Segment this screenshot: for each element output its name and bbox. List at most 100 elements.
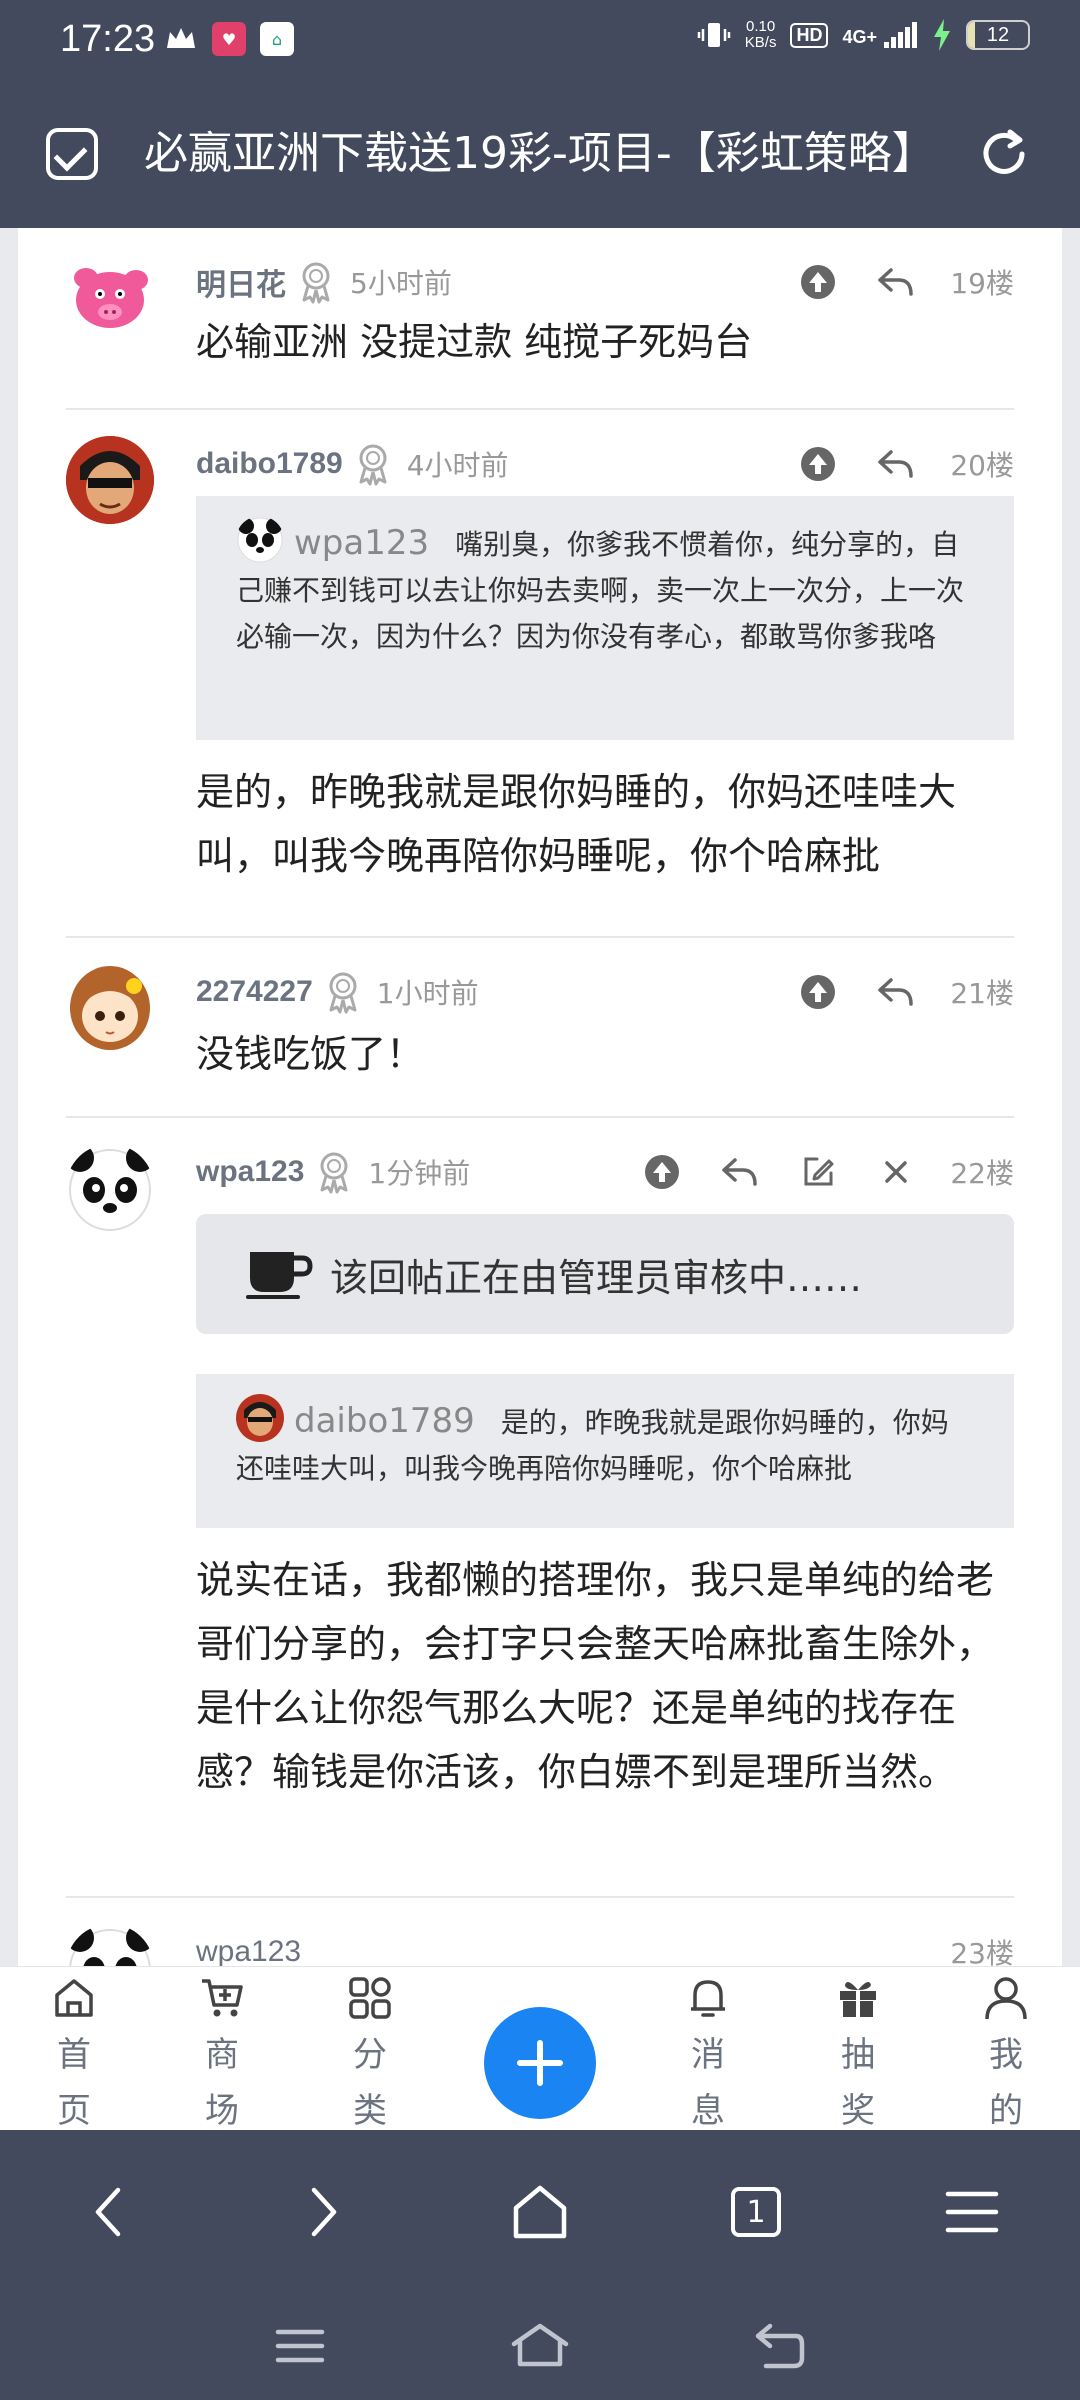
medal-icon (329, 972, 357, 1014)
post-meta: wpa123 (196, 1930, 301, 1966)
post-actions: 20楼 (760, 442, 1014, 486)
username[interactable]: wpa123 (196, 1935, 301, 1966)
bell-icon (691, 1980, 725, 2017)
vibrate-icon (697, 23, 731, 47)
coffee-cup-icon (246, 1252, 313, 1299)
quoted-reply[interactable]: wpa123 嘴别臭，你爹我不惯着你，纯分享的，自己赚不到钱可以去让你妈去卖啊，卖… (196, 496, 1014, 740)
green-app-icon: ⌂ (260, 22, 294, 56)
network-type: 4G+ (842, 27, 877, 47)
home-icon (55, 1979, 93, 2017)
check-shield-icon[interactable] (46, 128, 98, 180)
quoted-reply[interactable]: daibo1789 是的，昨晚我就是跟你妈睡的，你妈还哇哇大叫，叫我今晚再陪你妈睡… (196, 1374, 1014, 1528)
cart-icon (202, 1979, 243, 2017)
floor-number: 22楼 (950, 1157, 1014, 1190)
plus-icon (517, 2040, 563, 2086)
post-body: 说实在话，我都懒的搭理你，我只是单纯的给老哥们分享的，会打字只会整天哈麻批畜生除… (196, 1558, 995, 1794)
net-speed-value: 0.10 (746, 18, 776, 35)
back-button[interactable] (68, 2172, 148, 2252)
nav-category-label: 分类 (353, 2035, 387, 2130)
nav-messages[interactable]: 消息 (668, 1967, 748, 2130)
post-time: 4小时前 (406, 449, 509, 482)
upvote-icon[interactable] (798, 444, 838, 484)
nav-mine[interactable]: 我的 (966, 1967, 1046, 2130)
avatar[interactable] (66, 436, 154, 524)
quote-avatar (236, 516, 284, 564)
reply-icon[interactable] (876, 972, 916, 1012)
username[interactable]: daibo1789 (196, 447, 343, 481)
post-body: 是的，昨晚我就是跟你妈睡的，你妈还哇哇大叫，叫我今晚再陪你妈睡呢，你个哈麻批 (196, 770, 957, 878)
signal-indicator: 4G+ (842, 22, 918, 48)
avatar[interactable] (66, 1924, 154, 1966)
upvote-icon[interactable] (798, 972, 838, 1012)
thread-content: 明日花 5小时前 19楼 必输亚洲 没提过款 纯搅子死妈台 daibo1789 … (18, 228, 1062, 1966)
crown-icon (167, 28, 195, 48)
system-back-icon (755, 2323, 805, 2369)
delete-icon[interactable] (876, 1152, 916, 1192)
post-meta: wpa123 1分钟前 (196, 1150, 470, 1194)
browser-toolbar: 1 (0, 2130, 1080, 2400)
post-add-button[interactable] (484, 2007, 596, 2119)
medal-icon (359, 444, 387, 486)
refresh-icon[interactable] (976, 126, 1032, 182)
gift-icon (840, 1981, 876, 2017)
battery-fill (968, 22, 976, 48)
tabs-button[interactable]: 1 (716, 2172, 796, 2252)
tab-count: 1 (746, 2194, 766, 2230)
nav-shop[interactable]: 商场 (182, 1967, 262, 2130)
reply-icon[interactable] (876, 262, 916, 302)
medal-icon (320, 1152, 348, 1194)
chevron-left-icon (95, 2187, 121, 2237)
quote-username: wpa123 (294, 523, 430, 563)
status-bar: 17:23 ♥ ⌂ 0.10 KB/s HD 4G+ 12 (0, 0, 1080, 82)
avatar[interactable] (66, 964, 154, 1052)
app-root: 17:23 ♥ ⌂ 0.10 KB/s HD 4G+ 12 必赢亚洲下载送19彩-… (0, 0, 1080, 2400)
floor-number: 19楼 (950, 267, 1014, 300)
reply-icon[interactable] (876, 444, 916, 484)
nav-lottery[interactable]: 抽奖 (818, 1967, 898, 2130)
pending-text: 该回帖正在由管理员审核中…… (330, 1255, 863, 1300)
floor-number: 21楼 (950, 977, 1014, 1010)
status-time: 17:23 (60, 18, 156, 60)
nav-home-label: 首页 (57, 2035, 91, 2130)
post-actions: 19楼 (760, 260, 1014, 304)
post-actions: 23楼 (916, 1930, 1014, 1966)
red-app-icon: ♥ (212, 22, 246, 56)
reply-post: wpa123 23楼 (66, 1898, 1014, 1966)
system-home-button[interactable] (500, 2316, 580, 2376)
reply-icon[interactable] (720, 1152, 760, 1192)
post-actions: 22楼 (604, 1150, 1014, 1194)
menu-button[interactable] (932, 2172, 1012, 2252)
page-title: 必赢亚洲下载送19彩-项目-【彩虹策略】 (144, 128, 924, 179)
chevron-right-icon (311, 2187, 337, 2237)
nav-lottery-label: 抽奖 (841, 2035, 875, 2130)
username[interactable]: 明日花 (196, 260, 286, 304)
avatar[interactable] (66, 1144, 154, 1232)
avatar[interactable] (66, 254, 154, 342)
battery-indicator: 12 (966, 20, 1030, 50)
bottom-nav: 首页 商场 分类 消息 抽奖 我的 (0, 1966, 1080, 2130)
system-recents-button[interactable] (260, 2316, 340, 2376)
forward-button[interactable] (284, 2172, 364, 2252)
upvote-icon[interactable] (642, 1152, 682, 1192)
reply-post: daibo1789 4小时前 20楼 wpa123 嘴别臭，你爹我不惯着你，纯分享… (66, 410, 1014, 938)
reply-post: 2274227 1小时前 21楼 没钱吃饭了！ (66, 938, 1014, 1118)
system-back-button[interactable] (740, 2316, 820, 2376)
recents-lines-icon (275, 2329, 325, 2363)
edit-icon[interactable] (798, 1152, 838, 1192)
user-icon (985, 1977, 1027, 2020)
username[interactable]: wpa123 (196, 1155, 304, 1189)
floor-number: 20楼 (950, 449, 1014, 482)
upvote-icon[interactable] (798, 262, 838, 302)
home-button[interactable] (500, 2172, 580, 2252)
nav-shop-label: 商场 (205, 2035, 239, 2130)
hamburger-menu-icon (945, 2191, 999, 2233)
nav-home[interactable]: 首页 (34, 1967, 114, 2130)
nav-category[interactable]: 分类 (330, 1967, 410, 2130)
post-body: 必输亚洲 没提过款 纯搅子死妈台 (196, 320, 753, 364)
quote-avatar (236, 1394, 284, 1442)
reply-post: 明日花 5小时前 19楼 必输亚洲 没提过款 纯搅子死妈台 (66, 228, 1014, 410)
username[interactable]: 2274227 (196, 975, 313, 1009)
charging-icon (934, 19, 950, 51)
home-outline-icon (513, 2185, 567, 2239)
medal-icon (302, 262, 330, 304)
